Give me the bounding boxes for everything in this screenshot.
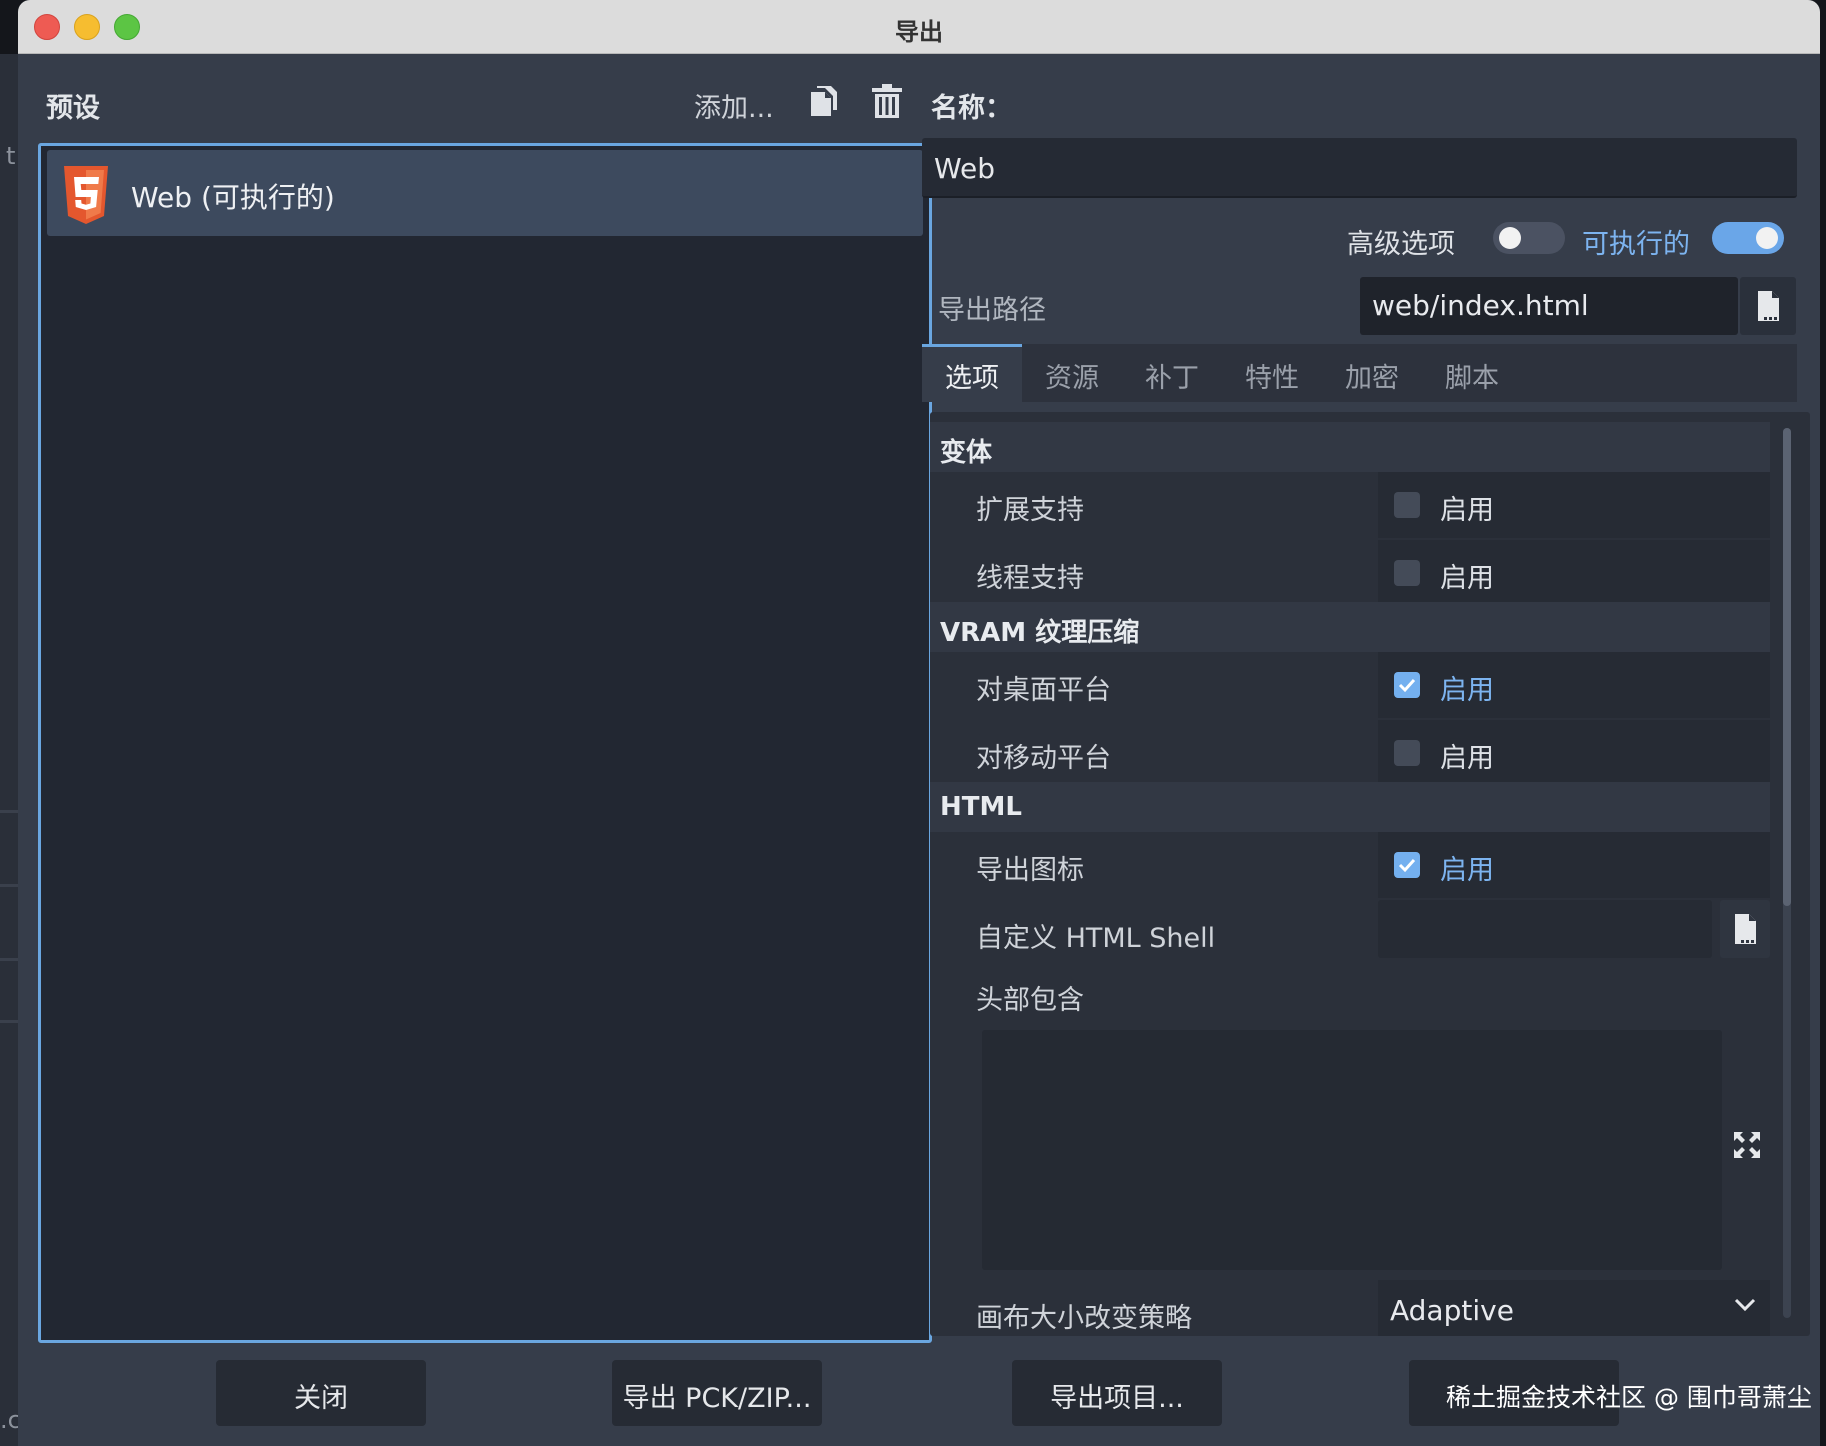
export-pck-zip-button[interactable]: 导出 PCK/ZIP... <box>612 1360 822 1426</box>
file-icon <box>1735 914 1756 944</box>
html5-icon <box>61 166 111 224</box>
export-path-label: 导出路径 <box>938 295 1046 326</box>
export-icon-checkbox[interactable] <box>1394 852 1420 878</box>
scrollbar-thumb[interactable] <box>1783 428 1791 906</box>
enable-text[interactable]: 启用 <box>1440 736 1494 775</box>
option-value: 启用 <box>1378 720 1770 786</box>
sliver-divider <box>0 810 18 813</box>
head-include-textarea[interactable] <box>982 1030 1722 1270</box>
canvas-resize-dropdown[interactable]: Adaptive <box>1378 1280 1770 1336</box>
tab-patches[interactable]: 补丁 <box>1122 344 1222 402</box>
desktop-checkbox[interactable] <box>1394 672 1420 698</box>
advanced-options-label: 高级选项 <box>1347 229 1455 260</box>
runnable-label: 可执行的 <box>1582 229 1690 260</box>
sliver-divider <box>0 958 18 961</box>
mobile-checkbox[interactable] <box>1394 740 1420 766</box>
option-label: 线程支持 <box>976 563 1084 594</box>
preset-name: Web (可执行的) <box>131 181 335 214</box>
option-label: 对移动平台 <box>976 743 1111 774</box>
export-dialog: 导出 预设 添加... Web (可执行的) 名称： Web 高级选项 可执行的… <box>18 0 1820 1446</box>
window-title: 导出 <box>895 18 943 46</box>
option-label: 画布大小改变策略 <box>976 1303 1192 1334</box>
option-label: 对桌面平台 <box>976 675 1111 706</box>
custom-shell-browse-button[interactable] <box>1720 900 1770 958</box>
presets-label: 预设 <box>46 93 100 124</box>
expand-icon <box>1734 1132 1760 1158</box>
option-row-custom-shell: 自定义 HTML Shell <box>930 900 1770 968</box>
section-html[interactable]: HTML <box>930 782 1770 832</box>
checkmark-icon <box>1398 858 1416 873</box>
preset-name-input[interactable]: Web <box>922 138 1797 198</box>
dropdown-value: Adaptive <box>1390 1294 1514 1327</box>
advanced-options-toggle[interactable] <box>1493 222 1565 254</box>
custom-shell-input[interactable] <box>1378 900 1712 958</box>
enable-text[interactable]: 启用 <box>1440 488 1494 527</box>
expand-area <box>1722 1030 1770 1270</box>
section-variant[interactable]: 变体 <box>930 422 1770 472</box>
background-editor-sliver: t .c <box>0 54 21 1446</box>
options-tabbar: 选项 资源 补丁 特性 加密 脚本 <box>922 344 1797 402</box>
options-panel: 变体 扩展支持 启用 线程支持 启用 VRAM 纹理压缩 对桌面平台 启用 对移… <box>930 412 1810 1336</box>
option-row-mobile: 对移动平台 启用 <box>930 720 1770 788</box>
file-icon <box>1758 291 1779 321</box>
enable-text[interactable]: 启用 <box>1440 556 1494 595</box>
option-row-threads: 线程支持 启用 <box>930 540 1770 608</box>
runnable-toggle[interactable] <box>1712 222 1784 254</box>
trash-icon[interactable] <box>870 84 904 120</box>
option-row-extensions: 扩展支持 启用 <box>930 472 1770 540</box>
duplicate-icon[interactable] <box>807 84 841 120</box>
enable-text[interactable]: 启用 <box>1440 668 1494 707</box>
watermark: 稀土掘金技术社区 @ 围巾哥萧尘 <box>1446 1383 1812 1412</box>
threads-checkbox[interactable] <box>1394 560 1420 586</box>
tab-options[interactable]: 选项 <box>922 344 1022 402</box>
option-label: 头部包含 <box>976 985 1084 1016</box>
option-row-desktop: 对桌面平台 启用 <box>930 652 1770 720</box>
extensions-checkbox[interactable] <box>1394 492 1420 518</box>
option-label: 导出图标 <box>976 855 1084 886</box>
option-value: 启用 <box>1378 472 1770 538</box>
enable-text[interactable]: 启用 <box>1440 848 1494 887</box>
option-label: 自定义 HTML Shell <box>976 923 1216 954</box>
tab-resources[interactable]: 资源 <box>1022 344 1122 402</box>
option-value: 启用 <box>1378 652 1770 718</box>
option-label: 扩展支持 <box>976 495 1084 526</box>
sliver-text: t <box>6 142 16 170</box>
chevron-down-icon <box>1734 1298 1756 1312</box>
option-value: 启用 <box>1378 832 1770 898</box>
tab-features[interactable]: 特性 <box>1222 344 1322 402</box>
export-path-input[interactable]: web/index.html <box>1360 277 1738 335</box>
section-vram[interactable]: VRAM 纹理压缩 <box>930 602 1770 652</box>
add-preset-button[interactable]: 添加... <box>694 86 774 125</box>
close-button[interactable]: 关闭 <box>216 1360 426 1426</box>
export-project-button[interactable]: 导出项目... <box>1012 1360 1222 1426</box>
tab-encryption[interactable]: 加密 <box>1322 344 1422 402</box>
options-scrollbar[interactable] <box>1783 428 1791 1318</box>
option-row-head-include: 头部包含 <box>930 962 1770 1030</box>
export-path-browse-button[interactable] <box>1740 277 1796 335</box>
option-row-export-icon: 导出图标 启用 <box>930 832 1770 900</box>
preset-list[interactable]: Web (可执行的) <box>38 143 932 1343</box>
tab-scripts[interactable]: 脚本 <box>1422 344 1522 402</box>
checkmark-icon <box>1398 678 1416 693</box>
preset-item-web[interactable]: Web (可执行的) <box>47 150 923 236</box>
sliver-divider <box>0 1020 18 1023</box>
option-value: 启用 <box>1378 540 1770 606</box>
sliver-divider <box>0 884 18 887</box>
title-bar: 导出 <box>18 0 1820 54</box>
name-label: 名称： <box>931 93 1012 124</box>
